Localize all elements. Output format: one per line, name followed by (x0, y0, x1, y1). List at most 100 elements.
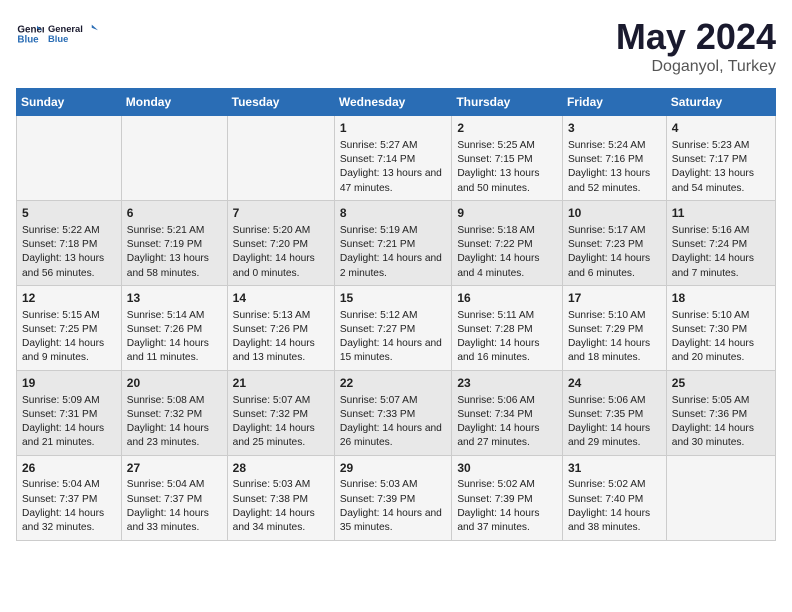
cell-info: Sunrise: 5:05 AMSunset: 7:36 PMDaylight:… (672, 394, 770, 451)
calendar-cell: 30Sunrise: 5:02 AMSunset: 7:39 PMDayligh… (452, 455, 563, 540)
cell-info: Sunrise: 5:09 AMSunset: 7:31 PMDaylight:… (22, 394, 116, 451)
cell-info: Sunrise: 5:17 AMSunset: 7:23 PMDaylight:… (568, 224, 661, 281)
day-header-wednesday: Wednesday (334, 89, 451, 116)
cell-info: Sunrise: 5:02 AMSunset: 7:39 PMDaylight:… (457, 478, 557, 535)
calendar-cell: 20Sunrise: 5:08 AMSunset: 7:32 PMDayligh… (121, 370, 227, 455)
day-number: 29 (340, 460, 446, 477)
calendar-cell: 21 Sunrise: 5:07 AMSunset: 7:32 PMDayligh… (227, 370, 334, 455)
cell-info: Sunrise: 5:07 AMSunset: 7:32 PMDaylight:… (233, 394, 329, 451)
cell-info: Sunrise: 5:16 AMSunset: 7:24 PMDaylight:… (672, 224, 770, 281)
day-number: 13 (127, 290, 222, 307)
calendar-cell: 4 Sunrise: 5:23 AMSunset: 7:17 PMDaylight… (666, 116, 775, 201)
day-number: 24 (568, 375, 661, 392)
day-number: 23 (457, 375, 557, 392)
calendar-cell: 1 Sunrise: 5:27 AMSunset: 7:14 PMDaylight… (334, 116, 451, 201)
day-number: 3 (568, 120, 661, 137)
cell-info: Sunrise: 5:03 AMSunset: 7:39 PMDaylight:… (340, 478, 446, 535)
cell-info: Sunrise: 5:10 AMSunset: 7:29 PMDaylight:… (568, 309, 661, 366)
calendar-cell: 7 Sunrise: 5:20 AMSunset: 7:20 PMDaylight… (227, 200, 334, 285)
calendar-cell: 11 Sunrise: 5:16 AMSunset: 7:24 PMDayligh… (666, 200, 775, 285)
day-number: 31 (568, 460, 661, 477)
day-number: 16 (457, 290, 557, 307)
day-number: 22 (340, 375, 446, 392)
cell-info: Sunrise: 5:04 AMSunset: 7:37 PMDaylight:… (127, 478, 222, 535)
cell-info: Sunrise: 5:07 AMSunset: 7:33 PMDaylight:… (340, 394, 446, 451)
calendar-cell: 16Sunrise: 5:11 AMSunset: 7:28 PMDayligh… (452, 285, 563, 370)
calendar-cell: 12 Sunrise: 5:15 AMSunset: 7:25 PMDayligh… (17, 285, 122, 370)
calendar-cell: 10 Sunrise: 5:17 AMSunset: 7:23 PMDayligh… (562, 200, 666, 285)
calendar-cell: 31Sunrise: 5:02 AMSunset: 7:40 PMDayligh… (562, 455, 666, 540)
calendar-cell: 27Sunrise: 5:04 AMSunset: 7:37 PMDayligh… (121, 455, 227, 540)
day-number: 7 (233, 205, 329, 222)
cell-info: Sunrise: 5:15 AMSunset: 7:25 PMDaylight:… (22, 309, 116, 366)
calendar-cell: 17 Sunrise: 5:10 AMSunset: 7:29 PMDayligh… (562, 285, 666, 370)
calendar-cell: 29Sunrise: 5:03 AMSunset: 7:39 PMDayligh… (334, 455, 451, 540)
calendar-table: SundayMondayTuesdayWednesdayThursdayFrid… (16, 88, 776, 541)
cell-info: Sunrise: 5:25 AMSunset: 7:15 PMDaylight:… (457, 139, 557, 196)
day-number: 8 (340, 205, 446, 222)
day-number: 1 (340, 120, 446, 137)
calendar-cell: 8 Sunrise: 5:19 AMSunset: 7:21 PMDaylight… (334, 200, 451, 285)
calendar-cell: 3 Sunrise: 5:24 AMSunset: 7:16 PMDaylight… (562, 116, 666, 201)
day-number: 18 (672, 290, 770, 307)
day-number: 26 (22, 460, 116, 477)
day-number: 28 (233, 460, 329, 477)
calendar-cell: 24Sunrise: 5:06 AMSunset: 7:35 PMDayligh… (562, 370, 666, 455)
calendar-cell: 2Sunrise: 5:25 AMSunset: 7:15 PMDaylight… (452, 116, 563, 201)
calendar-cell: 14 Sunrise: 5:13 AMSunset: 7:26 PMDayligh… (227, 285, 334, 370)
day-header-monday: Monday (121, 89, 227, 116)
cell-info: Sunrise: 5:19 AMSunset: 7:21 PMDaylight:… (340, 224, 446, 281)
week-row-2: 5 Sunrise: 5:22 AMSunset: 7:18 PMDaylight… (17, 200, 776, 285)
cell-info: Sunrise: 5:12 AMSunset: 7:27 PMDaylight:… (340, 309, 446, 366)
day-number: 11 (672, 205, 770, 222)
cell-info: Sunrise: 5:10 AMSunset: 7:30 PMDaylight:… (672, 309, 770, 366)
calendar-cell: 28Sunrise: 5:03 AMSunset: 7:38 PMDayligh… (227, 455, 334, 540)
cell-info: Sunrise: 5:20 AMSunset: 7:20 PMDaylight:… (233, 224, 329, 281)
calendar-cell (17, 116, 122, 201)
cell-info: Sunrise: 5:02 AMSunset: 7:40 PMDaylight:… (568, 478, 661, 535)
day-number: 19 (22, 375, 116, 392)
svg-text:General: General (48, 24, 83, 34)
svg-text:Blue: Blue (17, 34, 39, 45)
calendar-cell: 19 Sunrise: 5:09 AMSunset: 7:31 PMDayligh… (17, 370, 122, 455)
day-number: 20 (127, 375, 222, 392)
day-number: 5 (22, 205, 116, 222)
logo: General Blue General Blue (16, 16, 98, 52)
calendar-body: 1 Sunrise: 5:27 AMSunset: 7:14 PMDaylight… (17, 116, 776, 541)
subtitle: Doganyol, Turkey (616, 58, 776, 76)
day-header-sunday: Sunday (17, 89, 122, 116)
cell-info: Sunrise: 5:18 AMSunset: 7:22 PMDaylight:… (457, 224, 557, 281)
main-title: May 2024 (616, 16, 776, 58)
cell-info: Sunrise: 5:14 AMSunset: 7:26 PMDaylight:… (127, 309, 222, 366)
calendar-cell: 18 Sunrise: 5:10 AMSunset: 7:30 PMDayligh… (666, 285, 775, 370)
day-number: 25 (672, 375, 770, 392)
cell-info: Sunrise: 5:03 AMSunset: 7:38 PMDaylight:… (233, 478, 329, 535)
day-number: 12 (22, 290, 116, 307)
day-number: 17 (568, 290, 661, 307)
day-number: 30 (457, 460, 557, 477)
day-number: 21 (233, 375, 329, 392)
cell-info: Sunrise: 5:22 AMSunset: 7:18 PMDaylight:… (22, 224, 116, 281)
calendar-header-row: SundayMondayTuesdayWednesdayThursdayFrid… (17, 89, 776, 116)
calendar-cell: 6Sunrise: 5:21 AMSunset: 7:19 PMDaylight… (121, 200, 227, 285)
title-block: May 2024 Doganyol, Turkey (616, 16, 776, 76)
calendar-cell (121, 116, 227, 201)
calendar-cell: 15Sunrise: 5:12 AMSunset: 7:27 PMDayligh… (334, 285, 451, 370)
day-number: 9 (457, 205, 557, 222)
week-row-4: 19 Sunrise: 5:09 AMSunset: 7:31 PMDayligh… (17, 370, 776, 455)
cell-info: Sunrise: 5:06 AMSunset: 7:34 PMDaylight:… (457, 394, 557, 451)
cell-info: Sunrise: 5:13 AMSunset: 7:26 PMDaylight:… (233, 309, 329, 366)
cell-info: Sunrise: 5:23 AMSunset: 7:17 PMDaylight:… (672, 139, 770, 196)
day-header-friday: Friday (562, 89, 666, 116)
calendar-cell: 9 Sunrise: 5:18 AMSunset: 7:22 PMDaylight… (452, 200, 563, 285)
day-number: 4 (672, 120, 770, 137)
day-number: 14 (233, 290, 329, 307)
day-number: 10 (568, 205, 661, 222)
calendar-cell: 26Sunrise: 5:04 AMSunset: 7:37 PMDayligh… (17, 455, 122, 540)
page-header: General Blue General Blue May 2024 Dogan… (16, 16, 776, 76)
svg-text:Blue: Blue (48, 34, 68, 44)
calendar-cell (666, 455, 775, 540)
day-header-tuesday: Tuesday (227, 89, 334, 116)
cell-info: Sunrise: 5:24 AMSunset: 7:16 PMDaylight:… (568, 139, 661, 196)
cell-info: Sunrise: 5:27 AMSunset: 7:14 PMDaylight:… (340, 139, 446, 196)
